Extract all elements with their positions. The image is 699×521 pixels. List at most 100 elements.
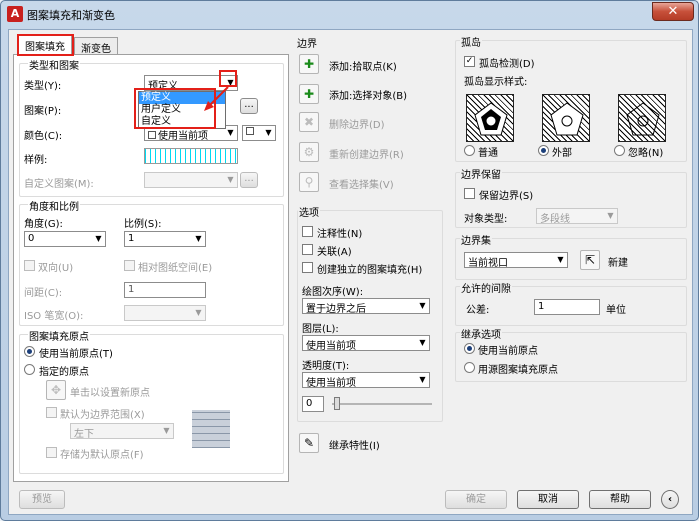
- current-origin-label: 使用当前原点(T): [39, 349, 113, 360]
- default-extent-label: 默认为边界范围(X): [60, 410, 145, 421]
- boundary-set-group: 边界集 当前视口 ▼ ⇱ 新建: [455, 232, 687, 280]
- island-detect-label: 孤岛检测(D): [479, 59, 535, 70]
- transparency-select[interactable]: 使用当前项 ▼: [302, 372, 430, 388]
- current-origin-radio[interactable]: [24, 346, 35, 357]
- angle-select[interactable]: 0 ▼: [24, 231, 106, 247]
- retain-boundaries-checkbox[interactable]: [464, 188, 475, 199]
- select-objects-icon[interactable]: ✚: [299, 84, 319, 104]
- inherit-current-origin-radio[interactable]: [464, 343, 475, 354]
- default-extent-checkbox[interactable]: [46, 407, 57, 418]
- cancel-button[interactable]: 取消: [517, 490, 579, 509]
- custom-browse-button[interactable]: ...: [240, 172, 258, 188]
- island-normal-radio[interactable]: [464, 145, 475, 156]
- pick-points-icon[interactable]: ✚: [299, 54, 319, 74]
- inherit-options-group: 继承选项 使用当前原点 用源图案填充原点: [455, 326, 687, 382]
- double-checkbox[interactable]: [24, 260, 35, 271]
- island-outer-radio[interactable]: [538, 145, 549, 156]
- draw-order-value: 置于边界之后: [306, 304, 366, 314]
- remove-boundaries-button[interactable]: 删除边界(D): [329, 116, 385, 131]
- draw-order-label: 绘图次序(W):: [302, 287, 364, 298]
- angle-label: 角度(G):: [24, 219, 63, 230]
- island-ignore-label: 忽略(N): [628, 148, 664, 159]
- store-default-label: 存储为默认原点(F): [60, 450, 144, 461]
- remove-boundaries-icon[interactable]: ✖: [299, 112, 319, 132]
- chevron-down-icon: ▼: [227, 175, 234, 184]
- boundary-set-select[interactable]: 当前视口 ▼: [464, 252, 568, 268]
- associative-checkbox[interactable]: [302, 244, 313, 255]
- new-boundary-set-icon[interactable]: ⇱: [580, 250, 600, 270]
- inherit-source-origin-radio[interactable]: [464, 362, 475, 373]
- group-title: 选项: [298, 204, 320, 219]
- island-style-label: 孤岛显示样式:: [464, 77, 528, 88]
- object-type-select[interactable]: 多段线 ▼: [536, 208, 618, 224]
- island-normal-preview[interactable]: [466, 94, 514, 142]
- island-ignore-radio[interactable]: [614, 145, 625, 156]
- custom-pattern-label: 自定义图案(M):: [24, 179, 94, 190]
- transparency-slider[interactable]: [332, 403, 432, 405]
- annotative-checkbox[interactable]: [302, 226, 313, 237]
- scale-label: 比例(S):: [124, 219, 162, 230]
- chevron-down-icon: ▼: [95, 234, 102, 243]
- swatch-label: 样例:: [24, 155, 48, 166]
- object-type-value: 多段线: [540, 214, 570, 224]
- draw-order-select[interactable]: 置于边界之后 ▼: [302, 298, 430, 314]
- retain-group: 边界保留 保留边界(S) 对象类型: 多段线 ▼: [455, 166, 687, 228]
- tolerance-input[interactable]: 1: [534, 299, 600, 315]
- retain-boundaries-label: 保留边界(S): [479, 191, 534, 202]
- set-origin-label: 单击以设置新原点: [70, 388, 150, 399]
- select-objects-button[interactable]: 添加:选择对象(B): [329, 87, 407, 102]
- spacing-label: 间距(C):: [24, 288, 63, 299]
- pattern-swatch[interactable]: [144, 148, 238, 164]
- extent-value: 左下: [74, 429, 94, 439]
- inherit-icon[interactable]: ✎: [299, 433, 319, 453]
- close-button[interactable]: ✕: [652, 2, 694, 21]
- pick-points-button[interactable]: 添加:拾取点(K): [329, 58, 397, 73]
- pattern-browse-button[interactable]: ...: [240, 98, 258, 114]
- collapse-button[interactable]: ‹: [661, 490, 679, 509]
- layer-select[interactable]: 使用当前项 ▼: [302, 335, 430, 351]
- spacing-input[interactable]: 1: [124, 282, 206, 298]
- custom-pattern-select[interactable]: ▼: [144, 172, 238, 188]
- annotative-label: 注释性(N): [317, 229, 363, 240]
- transparency-slider-thumb[interactable]: [334, 397, 340, 410]
- group-title: 类型和图案: [28, 57, 80, 72]
- title-bar: A 图案填充和渐变色 ✕: [1, 1, 698, 27]
- color-label: 颜色(C):: [24, 131, 63, 142]
- ok-button[interactable]: 确定: [445, 490, 507, 509]
- inherit-button[interactable]: 继承特性(I): [329, 437, 380, 452]
- dialog-client: 图案填充 渐变色 类型和图案 类型(Y): 预定义 ▼ 图案(P): ... 颜色…: [8, 29, 693, 515]
- iso-pen-select[interactable]: ▼: [124, 305, 206, 321]
- island-ignore-preview[interactable]: [618, 94, 666, 142]
- transparency-input[interactable]: 0: [302, 396, 324, 412]
- set-origin-icon[interactable]: ✥: [46, 380, 66, 400]
- no-fill-icon: [246, 127, 254, 135]
- iso-pen-label: ISO 笔宽(O):: [24, 311, 84, 322]
- group-title: 继承选项: [460, 326, 502, 341]
- preview-button[interactable]: 预览: [19, 490, 65, 509]
- separate-hatch-checkbox[interactable]: [302, 262, 313, 273]
- highlight-box-tab: [17, 34, 74, 56]
- transparency-value: 使用当前项: [306, 378, 356, 388]
- bgcolor-select[interactable]: ▼: [242, 125, 276, 141]
- chevron-down-icon: ▼: [419, 301, 426, 310]
- view-selection-button[interactable]: 查看选择集(V): [329, 176, 394, 191]
- island-outer-preview[interactable]: [542, 94, 590, 142]
- type-label: 类型(Y):: [24, 81, 62, 92]
- specified-origin-radio[interactable]: [24, 364, 35, 375]
- autocad-logo-icon: A: [7, 6, 23, 22]
- recreate-boundary-icon[interactable]: ⚙: [299, 142, 319, 162]
- group-title: 边界集: [460, 232, 492, 247]
- view-selection-icon[interactable]: ⚲: [299, 172, 319, 192]
- island-detect-checkbox[interactable]: ✓: [464, 56, 475, 67]
- store-default-checkbox[interactable]: [46, 447, 57, 458]
- scale-select[interactable]: 1 ▼: [124, 231, 206, 247]
- transparency-label: 透明度(T):: [302, 361, 350, 372]
- tab-gradient[interactable]: 渐变色: [74, 37, 118, 55]
- recreate-boundary-button[interactable]: 重新创建边界(R): [329, 146, 404, 161]
- new-boundary-set-button[interactable]: 新建: [608, 254, 628, 269]
- separate-hatch-label: 创建独立的图案填充(H): [317, 265, 423, 276]
- associative-label: 关联(A): [317, 247, 352, 258]
- extent-select[interactable]: 左下 ▼: [70, 423, 174, 439]
- relative-paper-checkbox[interactable]: [124, 260, 135, 271]
- help-button[interactable]: 帮助: [589, 490, 651, 509]
